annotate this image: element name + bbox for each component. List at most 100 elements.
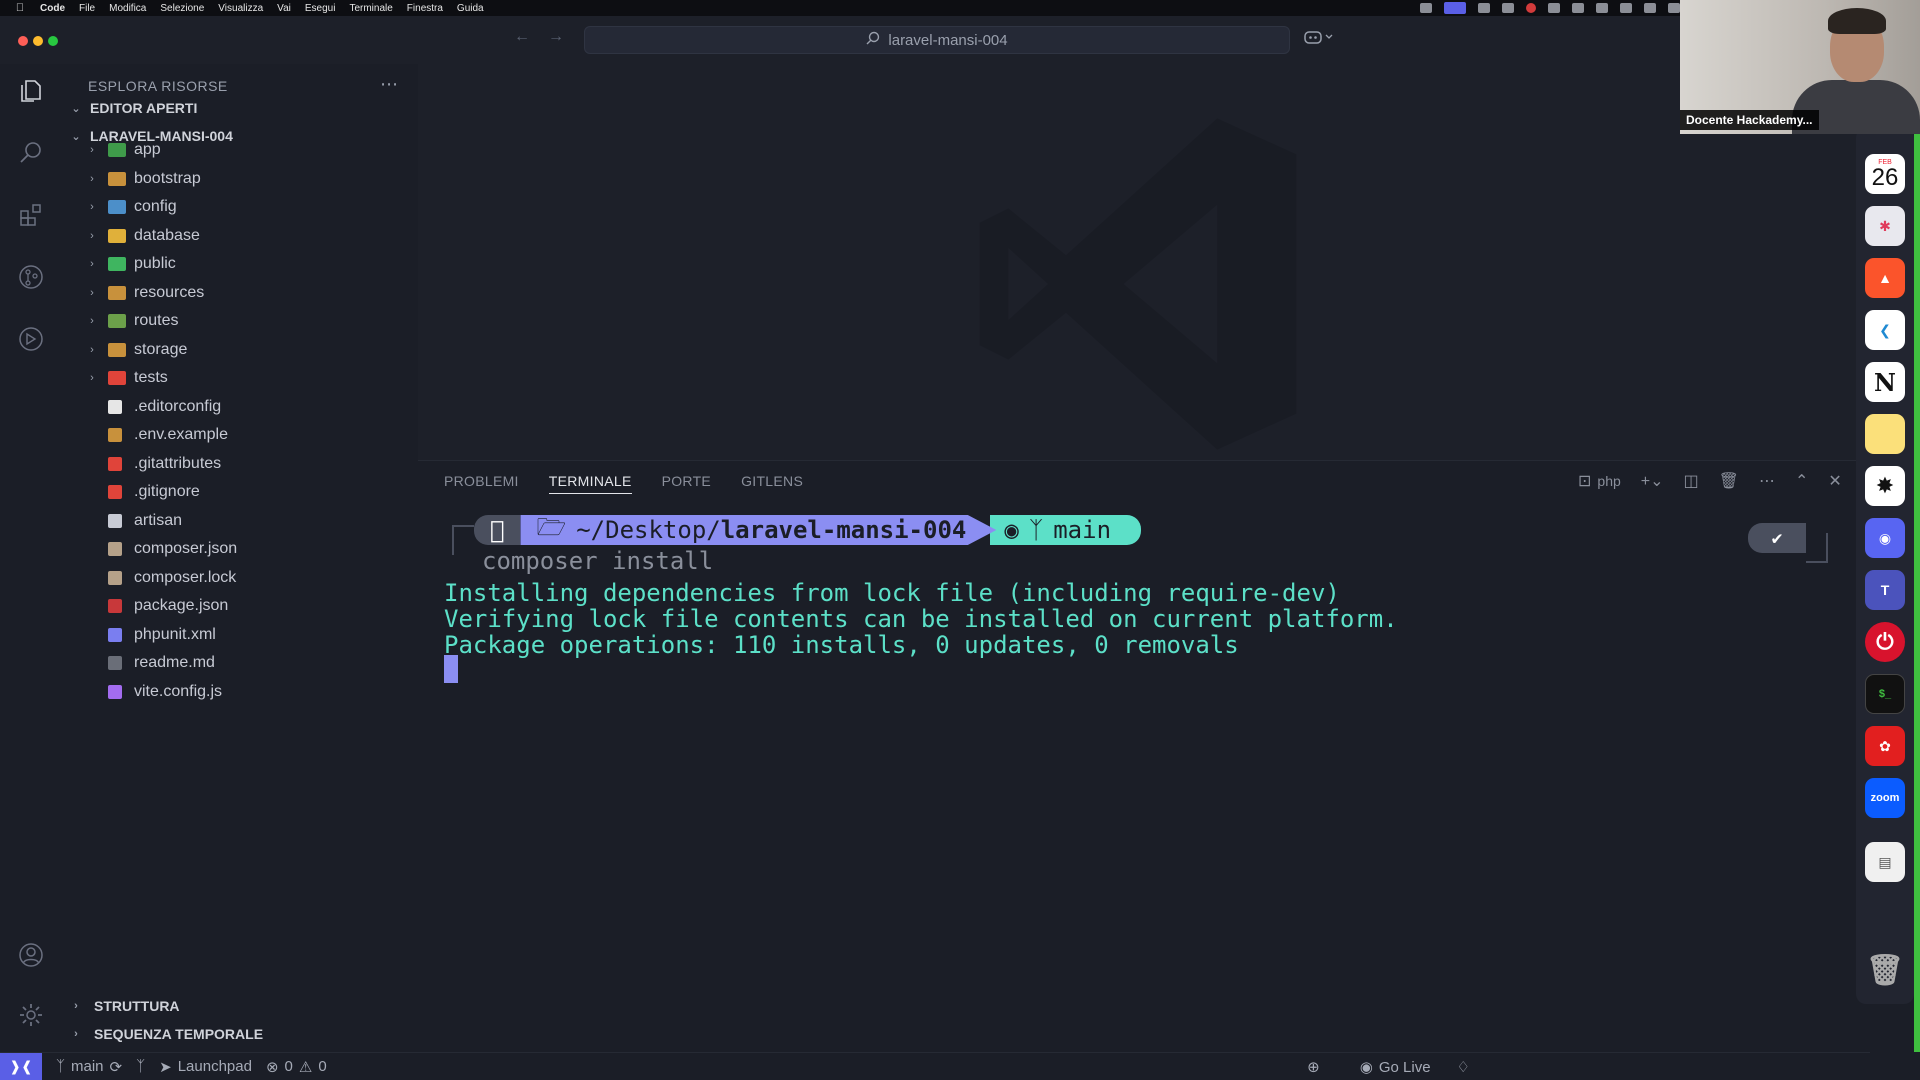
tree-file[interactable]: .gitignore xyxy=(62,478,418,506)
branch-status[interactable]: ᛉ main ⟳ xyxy=(56,1058,122,1076)
gear-icon[interactable] xyxy=(18,1002,44,1028)
explorer-icon[interactable] xyxy=(18,78,44,104)
git-graph-icon[interactable]: ᛉ xyxy=(136,1058,145,1075)
timeline-section[interactable]: › SEQUENZA TEMPORALE xyxy=(70,1026,263,1042)
sync-icon[interactable]: ⟳ xyxy=(110,1058,123,1076)
close-window-button[interactable] xyxy=(18,36,28,46)
tree-file[interactable]: .editorconfig xyxy=(62,393,418,421)
minimize-window-button[interactable] xyxy=(33,36,43,46)
bluetooth-icon[interactable] xyxy=(1620,3,1632,13)
menu-item-selection[interactable]: Selezione xyxy=(160,3,204,14)
maximize-window-button[interactable] xyxy=(48,36,58,46)
menu-item-run[interactable]: Esegui xyxy=(305,3,336,14)
menu-item-window[interactable]: Finestra xyxy=(407,3,443,14)
source-control-icon[interactable] xyxy=(18,264,44,290)
tree-folder-bootstrap[interactable]: › bootstrap xyxy=(62,165,418,193)
menu-item-file[interactable]: File xyxy=(79,3,95,14)
tree-folder-routes[interactable]: › routes xyxy=(62,307,418,335)
tree-folder-tests[interactable]: › tests xyxy=(62,364,418,392)
menu-item-edit[interactable]: Modifica xyxy=(109,3,146,14)
desktop-edge xyxy=(1914,128,1920,1052)
more-actions-icon[interactable]: ⋯ xyxy=(380,74,398,95)
teams-app-icon[interactable]: T xyxy=(1865,570,1905,610)
tab-ports[interactable]: PORTE xyxy=(662,473,711,494)
go-live-button[interactable]: ◉ Go Live xyxy=(1360,1058,1431,1077)
record-icon[interactable] xyxy=(1526,3,1536,13)
trash-icon[interactable]: 🗑 xyxy=(1865,950,1905,990)
outline-section[interactable]: › STRUTTURA xyxy=(70,998,179,1014)
acrobat-app-icon[interactable]: ✿ xyxy=(1865,726,1905,766)
split-terminal-icon[interactable]: ◫ xyxy=(1684,471,1699,491)
zoom-icon[interactable]: ⊕ xyxy=(1307,1058,1320,1076)
tab-problems[interactable]: PROBLEMI xyxy=(444,473,519,494)
apple-icon[interactable]:  xyxy=(0,2,40,14)
tree-folder-database[interactable]: › database xyxy=(62,222,418,250)
close-panel-icon[interactable]: ✕ xyxy=(1828,471,1841,491)
tree-file[interactable]: package.json xyxy=(62,592,418,620)
tree-folder-resources[interactable]: › resources xyxy=(62,279,418,307)
notion-tray-icon[interactable] xyxy=(1548,3,1560,13)
terminal-shell-selector[interactable]: ⊡ php xyxy=(1578,471,1621,491)
tree-file[interactable]: .gitattributes xyxy=(62,450,418,478)
menu-item-help[interactable]: Guida xyxy=(457,3,484,14)
preview-app-icon[interactable]: ▤ xyxy=(1865,842,1905,882)
tree-file[interactable]: composer.lock xyxy=(62,564,418,592)
menu-item-view[interactable]: Visualizza xyxy=(218,3,263,14)
bell-icon[interactable]: ♢ xyxy=(1457,1058,1470,1076)
new-terminal-plus-icon[interactable]: +⌄ xyxy=(1641,471,1664,491)
tree-folder-public[interactable]: › public xyxy=(62,250,418,278)
more-icon[interactable]: ⋯ xyxy=(1759,471,1775,491)
error-count: 0 xyxy=(284,1058,293,1075)
tree-file[interactable]: phpunit.xml xyxy=(62,621,418,649)
editor-area[interactable] xyxy=(418,64,1870,460)
battery-icon[interactable] xyxy=(1668,3,1680,13)
menu-item-terminal[interactable]: Terminale xyxy=(349,3,392,14)
menu-item-go[interactable]: Vai xyxy=(277,3,291,14)
volume-icon[interactable] xyxy=(1572,3,1584,13)
screen-icon[interactable] xyxy=(1420,3,1432,13)
command-center-search[interactable]: laravel-mansi-004 xyxy=(584,26,1290,54)
menu-item-code[interactable]: Code xyxy=(40,3,65,14)
terminal-app-icon[interactable]: $_ xyxy=(1865,674,1905,714)
tree-file[interactable]: artisan xyxy=(62,507,418,535)
trash-icon[interactable]: 🗑 xyxy=(1719,471,1739,491)
discord-app-icon[interactable]: ◉ xyxy=(1865,518,1905,558)
tree-folder-storage[interactable]: › storage xyxy=(62,336,418,364)
screen-share-icon[interactable] xyxy=(1444,2,1466,14)
zoom-app-icon[interactable]: zoom xyxy=(1865,778,1905,818)
chevron-right-icon: › xyxy=(90,343,94,356)
open-editors-section[interactable]: ⌄ EDITOR APERTI xyxy=(70,94,410,122)
tree-file[interactable]: vite.config.js xyxy=(62,678,418,706)
remote-indicator-icon[interactable]: ❱❰ xyxy=(0,1052,42,1080)
power-app-icon[interactable]: ⏻ xyxy=(1865,622,1905,662)
cloud-icon[interactable] xyxy=(1502,3,1514,13)
notion-app-icon[interactable]: N xyxy=(1865,362,1905,402)
chatgpt-app-icon[interactable]: ✸ xyxy=(1865,466,1905,506)
notes-app-icon[interactable] xyxy=(1865,414,1905,454)
back-arrow-icon[interactable]: ← xyxy=(514,28,530,46)
tree-file[interactable]: .env.example xyxy=(62,421,418,449)
extensions-icon[interactable] xyxy=(18,202,44,228)
forward-arrow-icon[interactable]: → xyxy=(548,28,564,46)
calendar-app-icon[interactable]: FEB 26 xyxy=(1865,154,1905,194)
tree-file[interactable]: readme.md xyxy=(62,649,418,677)
vpn-icon[interactable] xyxy=(1596,3,1608,13)
tab-gitlens[interactable]: GITLENS xyxy=(741,473,803,494)
mindnode-app-icon[interactable]: ✱ xyxy=(1865,206,1905,246)
terminal-output[interactable]:  🗁 ~/Desktop/laravel-mansi-004 ◉ ᛉ main… xyxy=(444,515,1828,995)
run-debug-icon[interactable] xyxy=(18,326,44,352)
account-icon[interactable] xyxy=(18,942,44,968)
tab-terminal[interactable]: TERMINALE xyxy=(548,473,632,494)
problems-status[interactable]: ⊗ 0 ⚠ 0 xyxy=(266,1058,327,1076)
search-icon[interactable] xyxy=(18,140,44,166)
shield-icon[interactable] xyxy=(1478,3,1490,13)
tree-folder-app[interactable]: › app xyxy=(62,136,418,164)
brave-app-icon[interactable]: ▲ xyxy=(1865,258,1905,298)
copilot-icon[interactable] xyxy=(1304,29,1334,50)
tree-file[interactable]: composer.json xyxy=(62,535,418,563)
wifi-off-icon[interactable] xyxy=(1644,3,1656,13)
maximize-panel-icon[interactable]: ⌃ xyxy=(1795,471,1808,491)
launchpad-status[interactable]: ➤ Launchpad xyxy=(159,1058,252,1076)
tree-folder-config[interactable]: › config xyxy=(62,193,418,221)
vscode-app-icon[interactable]: ❮ xyxy=(1865,310,1905,350)
